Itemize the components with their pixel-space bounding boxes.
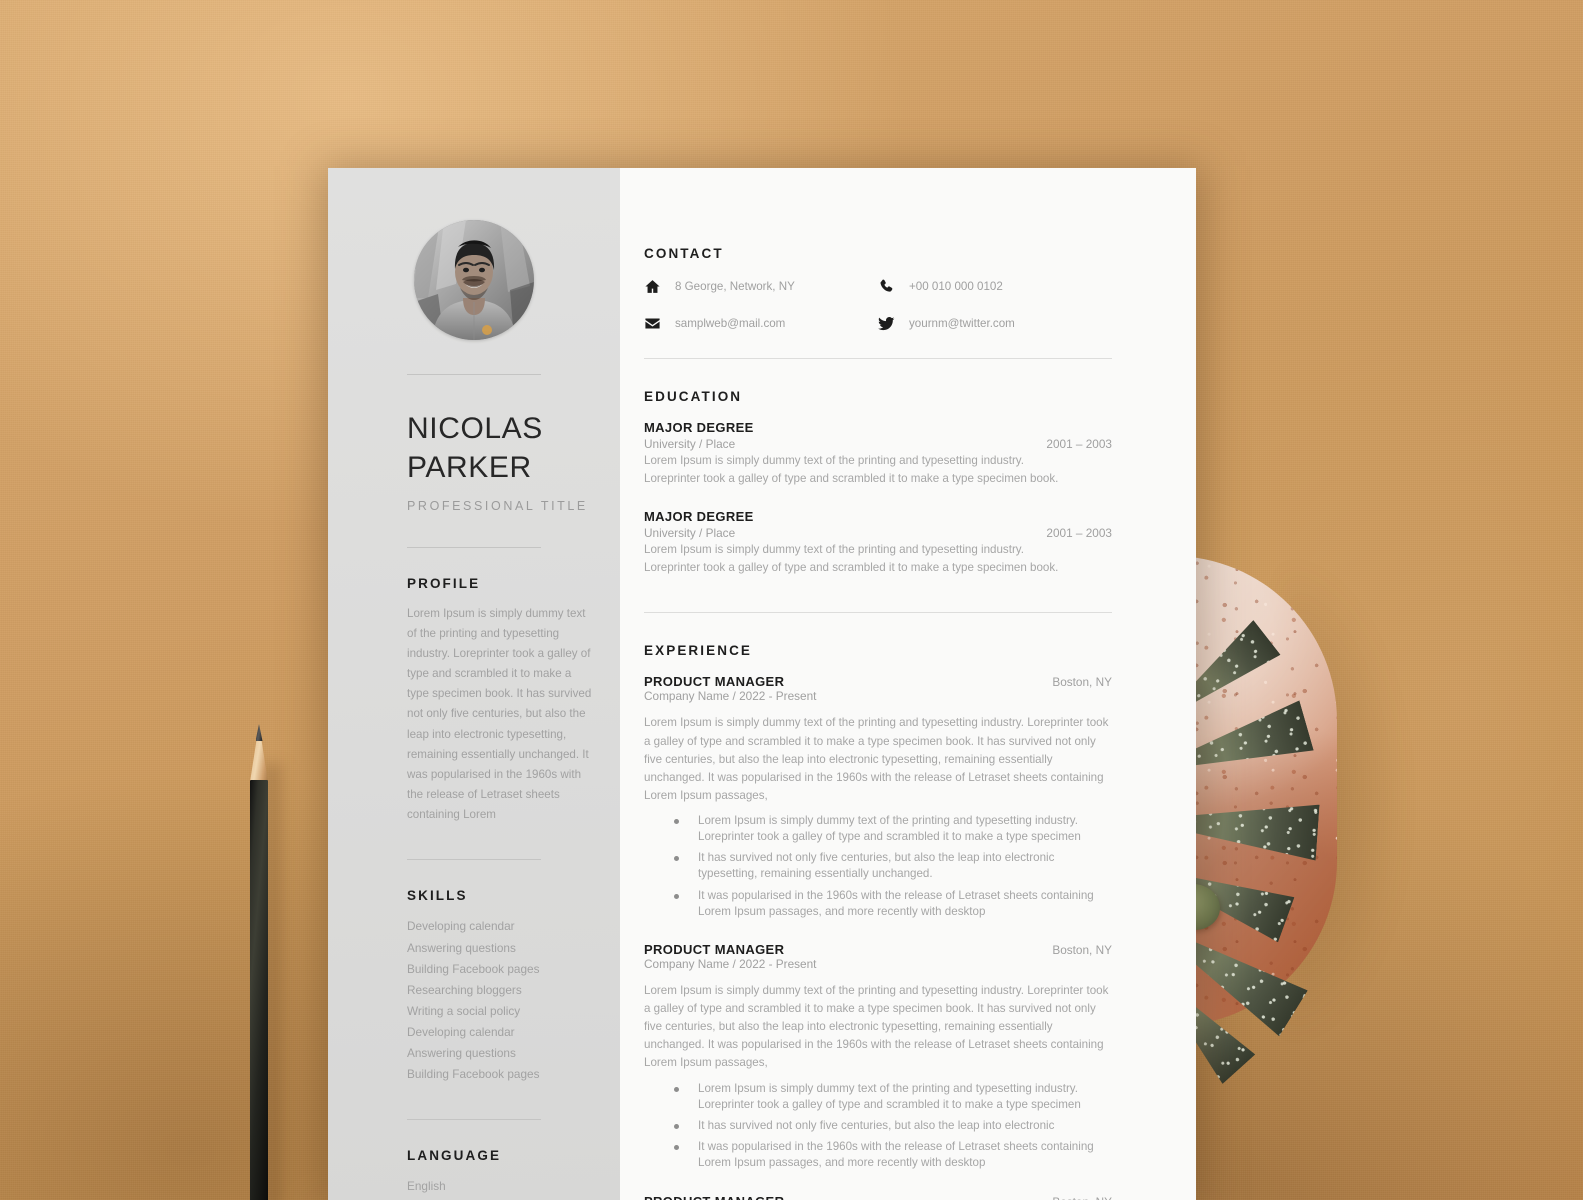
contact-phone: +00 010 000 0102	[878, 278, 1112, 295]
list-item: It was popularised in the 1960s with the…	[674, 1139, 1112, 1171]
education-description-line: Lorem Ipsum is simply dummy text of the …	[644, 454, 1024, 467]
list-item: English	[407, 1179, 446, 1194]
experience-location: Boston, NY	[1052, 943, 1112, 958]
section-divider	[644, 358, 1112, 359]
profile-heading: PROFILE	[407, 575, 481, 591]
contact-twitter-value: yournm@twitter.com	[909, 317, 1015, 330]
resume-sidebar: NICOLAS PARKER PROFESSIONAL TITLE PROFIL…	[328, 168, 620, 1200]
education-entry: MAJOR DEGREE University / Place 2001 – 2…	[644, 509, 1112, 576]
resume-main-content: CONTACT 8 George, Network, NY +00 010 00…	[620, 168, 1196, 1200]
education-description-line: Loreprinter took a galley of type and sc…	[644, 561, 1059, 575]
sidebar-divider	[407, 374, 541, 375]
profile-text: Lorem Ipsum is simply dummy text of the …	[407, 606, 592, 822]
experience-entry: PRODUCT MANAGER Boston, NY Company Name …	[644, 674, 1112, 920]
education-entry: MAJOR DEGREE University / Place 2001 – 2…	[644, 420, 1112, 487]
list-item: Answering questions	[407, 940, 516, 955]
pencil-graphite-tip	[255, 724, 263, 741]
education-description-line: Lorem Ipsum is simply dummy text of the …	[644, 543, 1024, 557]
sidebar-divider	[407, 546, 541, 548]
language-list: English Spanish Turkish Italic	[407, 1176, 592, 1200]
education-description-line: Loreprinter took a galley of type and sc…	[644, 472, 1059, 486]
contact-twitter: yournm@twitter.com	[878, 315, 1112, 332]
education-subtitle: University / Place	[644, 526, 736, 541]
list-item: Building Facebook pages	[407, 961, 540, 976]
list-item: Building Facebook pages	[407, 1067, 540, 1082]
skills-heading: SKILLS	[407, 888, 468, 904]
education-dates: 2001 – 2003	[1046, 437, 1112, 451]
contact-address: 8 George, Network, NY	[644, 278, 878, 295]
experience-heading: EXPERIENCE	[644, 643, 753, 659]
education-title: MAJOR DEGREE	[644, 420, 754, 435]
contact-email-value: samplweb@mail.com	[675, 317, 786, 330]
skills-list: Developing calendar Answering questions …	[407, 916, 592, 1085]
envelope-icon	[644, 315, 661, 332]
experience-title: PRODUCT MANAGER	[644, 942, 785, 958]
experience-location: Boston, NY	[1052, 675, 1112, 690]
list-item: It was popularised in the 1960s with the…	[674, 888, 1112, 920]
contact-heading: CONTACT	[644, 246, 724, 261]
list-item: It has survived not only five centuries,…	[674, 1118, 1112, 1134]
avatar	[414, 220, 534, 340]
education-dates: 2001 – 2003	[1046, 526, 1112, 541]
job-title: PROFESSIONAL TITLE	[407, 498, 588, 513]
section-divider	[644, 612, 1112, 614]
contact-phone-value: +00 010 000 0102	[909, 280, 1003, 293]
experience-paragraph: Lorem Ipsum is simply dummy text of the …	[644, 984, 1109, 1070]
contact-email: samplweb@mail.com	[644, 315, 878, 332]
experience-subtitle: Company Name / 2022 - Present	[644, 689, 817, 704]
twitter-icon	[878, 315, 895, 332]
education-subtitle: University / Place	[644, 437, 736, 451]
experience-entry: PRODUCT MANAGER Boston, NY Company Name …	[644, 942, 1112, 1171]
list-item: It has survived not only five centuries,…	[674, 850, 1112, 882]
pencil-object	[248, 724, 290, 1200]
education-heading: EDUCATION	[644, 389, 743, 404]
resume-page: NICOLAS PARKER PROFESSIONAL TITLE PROFIL…	[328, 168, 1196, 1200]
avatar-photo	[414, 220, 534, 340]
first-name: NICOLAS	[407, 412, 543, 445]
list-item: Researching bloggers	[407, 982, 522, 997]
sidebar-divider	[407, 1119, 541, 1121]
experience-subtitle: Company Name / 2022 - Present	[644, 957, 817, 972]
experience-title: PRODUCT MANAGER	[644, 674, 785, 690]
sidebar-divider	[407, 859, 541, 861]
experience-location: Boston, NY	[1052, 1195, 1112, 1200]
experience-entry: PRODUCT MANAGER Boston, NY Company Name …	[644, 1194, 1112, 1200]
pencil-body	[250, 780, 268, 1200]
education-title: MAJOR DEGREE	[644, 509, 754, 525]
list-item: Developing calendar	[407, 1025, 515, 1040]
list-item: Lorem Ipsum is simply dummy text of the …	[674, 1081, 1112, 1113]
language-heading: LANGUAGE	[407, 1148, 502, 1164]
home-icon	[644, 278, 661, 295]
contact-address-value: 8 George, Network, NY	[675, 280, 795, 293]
phone-icon	[878, 278, 895, 295]
experience-paragraph: Lorem Ipsum is simply dummy text of the …	[644, 716, 1109, 802]
last-name: PARKER	[407, 451, 532, 485]
contact-grid: 8 George, Network, NY +00 010 000 0102 s…	[644, 278, 1112, 332]
list-item: Developing calendar	[407, 919, 515, 934]
list-item: Lorem Ipsum is simply dummy text of the …	[674, 813, 1112, 845]
experience-bullets: Lorem Ipsum is simply dummy text of the …	[644, 1081, 1112, 1172]
list-item: Writing a social policy	[407, 1003, 521, 1018]
list-item: Answering questions	[407, 1046, 516, 1061]
page-title: NICOLAS PARKER	[407, 409, 592, 488]
experience-title: PRODUCT MANAGER	[644, 1194, 784, 1200]
experience-bullets: Lorem Ipsum is simply dummy text of the …	[644, 813, 1112, 920]
